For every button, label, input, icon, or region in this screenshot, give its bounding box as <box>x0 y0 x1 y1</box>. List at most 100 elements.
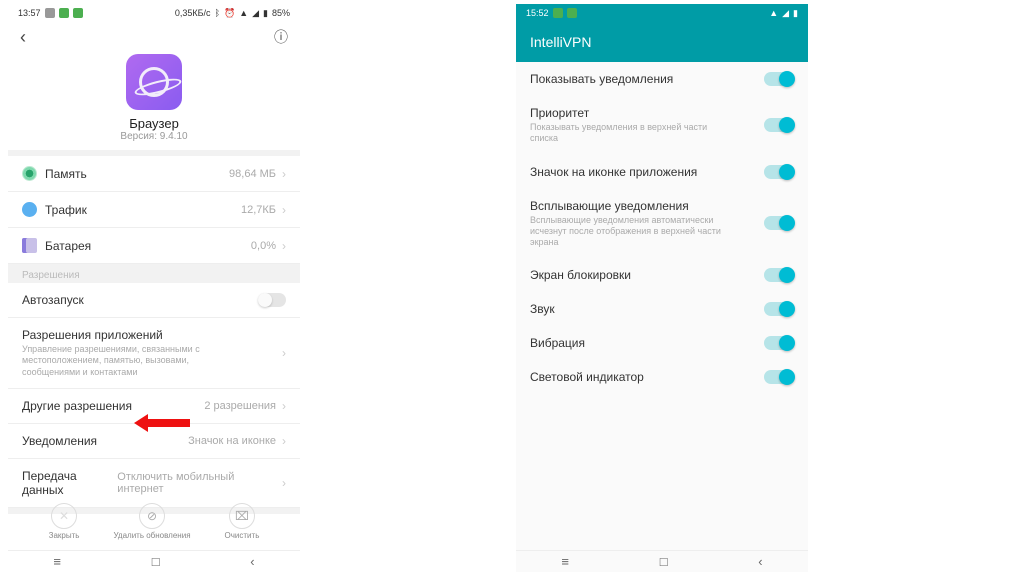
home-button[interactable]: □ <box>142 554 170 569</box>
home-button[interactable]: □ <box>650 554 678 569</box>
setting-toggle[interactable] <box>764 72 794 86</box>
action-clear[interactable]: ⌧ Очистить <box>225 503 260 540</box>
action-uninstall-updates[interactable]: ⊘ Удалить обновления <box>113 503 190 540</box>
recents-button[interactable]: ≡ <box>551 554 579 569</box>
setting-subtitle: Показывать уведомления в верхней части с… <box>530 122 730 145</box>
data-transfer-value: Отключить мобильный интернет <box>117 471 276 495</box>
chevron-right-icon: › <box>282 167 286 181</box>
setting-toggle[interactable] <box>764 268 794 282</box>
screenshot-notification-settings: 15:52 ▲ ◢ ▮ IntelliVPN Показывать уведом… <box>516 4 808 572</box>
status-time: 15:52 <box>526 8 549 18</box>
screenshot-app-info: 13:57 0,35КБ/с ᛒ ⏰ ▲ ◢ ▮ 85% ‹ ⓘ Браузер… <box>8 4 300 572</box>
spacer <box>308 4 508 572</box>
row-traffic[interactable]: Трафик 12,7КБ › <box>8 192 300 228</box>
chevron-right-icon: › <box>282 476 286 490</box>
notifications-title: Уведомления <box>22 434 97 448</box>
row-memory[interactable]: Память 98,64 МБ › <box>8 156 300 192</box>
alarm-icon: ⏰ <box>224 8 235 19</box>
row-app-permissions[interactable]: Разрешения приложений Управление разреше… <box>8 318 300 389</box>
other-permissions-value: 2 разрешения <box>204 400 276 412</box>
memory-icon <box>22 166 37 181</box>
setting-row[interactable]: Приоритет Показывать уведомления в верхне… <box>516 96 808 155</box>
traffic-icon <box>22 202 37 217</box>
header: ‹ ⓘ <box>8 22 300 52</box>
app-name: Браузер <box>8 116 300 131</box>
setting-row[interactable]: Всплывающие уведомления Всплывающие уведо… <box>516 189 808 259</box>
battery-value: 0,0% <box>251 240 276 252</box>
setting-title: Экран блокировки <box>530 268 631 282</box>
setting-title: Приоритет <box>530 106 730 120</box>
status-net: 0,35КБ/с <box>175 8 211 18</box>
traffic-value: 12,7КБ <box>241 204 276 216</box>
action-close: ✕ Закрыть <box>49 503 80 540</box>
setting-title: Значок на иконке приложения <box>530 165 697 179</box>
setting-row[interactable]: Звук <box>516 292 808 326</box>
setting-title: Звук <box>530 302 555 316</box>
setting-toggle[interactable] <box>764 302 794 316</box>
chevron-right-icon: › <box>282 203 286 217</box>
status-icon <box>59 8 69 18</box>
broom-icon: ⌧ <box>229 503 255 529</box>
setting-row[interactable]: Вибрация <box>516 326 808 360</box>
setting-title: Вибрация <box>530 336 585 350</box>
setting-toggle[interactable] <box>764 165 794 179</box>
bottom-actions: ✕ Закрыть ⊘ Удалить обновления ⌧ Очистит… <box>8 497 300 546</box>
setting-toggle[interactable] <box>764 336 794 350</box>
status-batt: 85% <box>272 8 290 18</box>
action-close-label: Закрыть <box>49 531 80 540</box>
system-navbar: ≡ □ ‹ <box>516 550 808 572</box>
battery-icon: ▮ <box>793 8 798 19</box>
wifi-icon: ▲ <box>239 8 248 18</box>
chevron-right-icon: › <box>282 434 286 448</box>
autostart-toggle[interactable] <box>258 293 286 307</box>
setting-toggle[interactable] <box>764 118 794 132</box>
app-summary: Браузер Версия: 9.4.10 <box>8 52 300 150</box>
battery-icon <box>22 238 37 253</box>
info-button[interactable]: ⓘ <box>268 27 294 47</box>
setting-title: Световой индикатор <box>530 370 644 384</box>
other-permissions-title: Другие разрешения <box>22 399 132 413</box>
close-icon: ✕ <box>51 503 77 529</box>
memory-value: 98,64 МБ <box>229 168 276 180</box>
setting-title: Показывать уведомления <box>530 72 673 86</box>
memory-label: Память <box>45 167 87 181</box>
action-clear-label: Очистить <box>225 531 260 540</box>
system-navbar: ≡ □ ‹ <box>8 550 300 572</box>
chevron-right-icon: › <box>282 346 286 360</box>
status-bar: 15:52 ▲ ◢ ▮ <box>516 4 808 22</box>
back-nav-button[interactable]: ‹ <box>748 554 772 569</box>
setting-toggle[interactable] <box>764 370 794 384</box>
setting-toggle[interactable] <box>764 216 794 230</box>
slash-circle-icon: ⊘ <box>139 503 165 529</box>
app-permissions-sub: Управление разрешениями, связанными с ме… <box>22 344 222 378</box>
setting-title: Всплывающие уведомления <box>530 199 730 213</box>
setting-row[interactable]: Значок на иконке приложения <box>516 155 808 189</box>
back-button[interactable]: ‹ <box>14 27 32 48</box>
setting-row[interactable]: Экран блокировки <box>516 258 808 292</box>
back-nav-button[interactable]: ‹ <box>240 554 264 569</box>
setting-row[interactable]: Световой индикатор <box>516 360 808 394</box>
status-icon <box>45 8 55 18</box>
data-transfer-title: Передача данных <box>22 469 117 497</box>
traffic-label: Трафик <box>45 203 87 217</box>
battery-label: Батарея <box>45 239 91 253</box>
app-permissions-title: Разрешения приложений <box>22 328 222 342</box>
section-permissions-label: Разрешения <box>8 264 300 283</box>
chevron-right-icon: › <box>282 239 286 253</box>
signal-icon: ◢ <box>252 8 259 19</box>
status-icon <box>567 8 577 18</box>
battery-icon: ▮ <box>263 8 268 19</box>
row-autostart[interactable]: Автозапуск <box>8 283 300 318</box>
row-notifications[interactable]: Уведомления Значок на иконке› <box>8 424 300 459</box>
bluetooth-icon: ᛒ <box>215 8 220 18</box>
action-uninstall-label: Удалить обновления <box>113 531 190 540</box>
signal-icon: ◢ <box>782 8 789 19</box>
row-battery[interactable]: Батарея 0,0% › <box>8 228 300 264</box>
app-version: Версия: 9.4.10 <box>8 131 300 142</box>
setting-row[interactable]: Показывать уведомления <box>516 62 808 96</box>
recents-button[interactable]: ≡ <box>43 554 71 569</box>
setting-subtitle: Всплывающие уведомления автоматически ис… <box>530 215 730 249</box>
status-icon <box>553 8 563 18</box>
status-icon <box>73 8 83 18</box>
row-other-permissions[interactable]: Другие разрешения 2 разрешения› <box>8 389 300 424</box>
